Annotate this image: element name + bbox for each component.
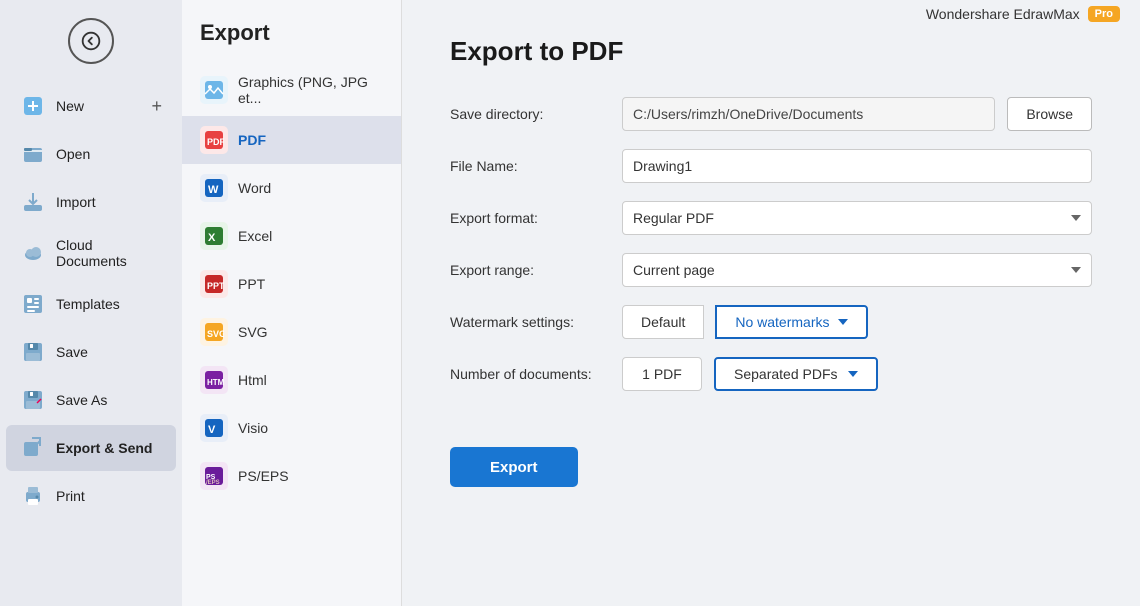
save-directory-label: Save directory: [450, 106, 610, 122]
watermark-none-chevron-icon [838, 319, 848, 325]
browse-button[interactable]: Browse [1007, 97, 1092, 131]
num-docs-label: Number of documents: [450, 366, 610, 382]
num-docs-row: Number of documents: Separated PDFs [450, 357, 1092, 391]
export-type-pseps-label: PS/EPS [238, 468, 289, 484]
sidebar-item-export[interactable]: Export & Send [6, 425, 176, 471]
export-format-row: Export format: Regular PDF PDF/A PDF/X [450, 201, 1092, 235]
export-range-row: Export range: Current page All pages Sel… [450, 253, 1092, 287]
sidebar-item-save[interactable]: Save [6, 329, 176, 375]
open-icon [20, 141, 46, 167]
export-type-graphics-label: Graphics (PNG, JPG et... [238, 74, 383, 106]
export-button[interactable]: Export [450, 447, 578, 487]
svg-text:V: V [208, 424, 216, 436]
sidebar-item-saveas-label: Save As [56, 392, 107, 408]
sidebar-item-open[interactable]: Open [6, 131, 176, 177]
export-format-label: Export format: [450, 210, 610, 226]
export-type-word[interactable]: W Word [182, 164, 401, 212]
separated-pdfs-button[interactable]: Separated PDFs [714, 357, 878, 391]
import-icon [20, 189, 46, 215]
export-type-ppt-label: PPT [238, 276, 265, 292]
export-type-html-label: Html [238, 372, 267, 388]
app-header: Wondershare EdrawMax Pro [926, 6, 1120, 22]
svg-text:X: X [208, 232, 216, 244]
svg-text:W: W [208, 184, 219, 196]
pro-badge: Pro [1088, 6, 1120, 22]
excel-icon: X [200, 222, 228, 250]
svg-text:HTML: HTML [207, 378, 224, 387]
saveas-icon [20, 387, 46, 413]
svg-text:PDF: PDF [207, 137, 224, 147]
watermark-row: Watermark settings: Default No watermark… [450, 305, 1092, 339]
watermark-label: Watermark settings: [450, 314, 610, 330]
sidebar-item-print[interactable]: Print [6, 473, 176, 519]
sidebar-item-cloud[interactable]: Cloud Documents [6, 227, 176, 279]
export-range-select[interactable]: Current page All pages Selected pages [622, 253, 1092, 287]
svg-text:/EPS: /EPS [206, 480, 220, 486]
word-icon: W [200, 174, 228, 202]
export-type-html[interactable]: HTML Html [182, 356, 401, 404]
export-type-svg-label: SVG [238, 324, 268, 340]
app-title: Wondershare EdrawMax [926, 6, 1080, 22]
sidebar: New + Open Import Cloud Documents Templa… [0, 0, 182, 606]
watermark-default-button[interactable]: Default [622, 305, 704, 339]
back-button[interactable] [68, 18, 114, 64]
export-type-excel-label: Excel [238, 228, 272, 244]
save-directory-input[interactable] [622, 97, 995, 131]
export-type-svg[interactable]: SVG SVG [182, 308, 401, 356]
graphics-icon [200, 76, 228, 104]
sidebar-item-saveas[interactable]: Save As [6, 377, 176, 423]
sidebar-item-cloud-label: Cloud Documents [56, 237, 162, 269]
sidebar-item-templates-label: Templates [56, 296, 120, 312]
export-panel-title: Export [182, 20, 401, 64]
file-name-row: File Name: [450, 149, 1092, 183]
export-type-pdf-label: PDF [238, 132, 266, 148]
separated-pdfs-chevron-icon [848, 371, 858, 377]
export-type-word-label: Word [238, 180, 271, 196]
sidebar-item-new-label: New [56, 98, 84, 114]
new-plus-icon: + [151, 96, 162, 117]
export-type-ppt[interactable]: PPT PPT [182, 260, 401, 308]
file-name-label: File Name: [450, 158, 610, 174]
save-directory-row: Save directory: Browse [450, 97, 1092, 131]
export-send-icon [20, 435, 46, 461]
svg-text:SVG: SVG [207, 329, 224, 339]
export-range-label: Export range: [450, 262, 610, 278]
export-type-pseps[interactable]: PS/EPS PS/EPS [182, 452, 401, 500]
sidebar-item-import[interactable]: Import [6, 179, 176, 225]
main-title: Export to PDF [450, 36, 1092, 67]
sidebar-item-print-label: Print [56, 488, 85, 504]
save-icon [20, 339, 46, 365]
pdf-icon: PDF [200, 126, 228, 154]
pseps-icon: PS/EPS [200, 462, 228, 490]
ppt-icon: PPT [200, 270, 228, 298]
sidebar-item-new[interactable]: New + [6, 83, 176, 129]
print-icon [20, 483, 46, 509]
cloud-icon [20, 240, 46, 266]
visio-icon: V [200, 414, 228, 442]
export-type-pdf[interactable]: PDF PDF [182, 116, 401, 164]
svg-icon: SVG [200, 318, 228, 346]
export-format-select[interactable]: Regular PDF PDF/A PDF/X [622, 201, 1092, 235]
html-icon: HTML [200, 366, 228, 394]
sidebar-item-save-label: Save [56, 344, 88, 360]
export-type-visio-label: Visio [238, 420, 268, 436]
num-docs-input[interactable] [622, 357, 702, 391]
sidebar-item-templates[interactable]: Templates [6, 281, 176, 327]
watermark-none-button[interactable]: No watermarks [715, 305, 867, 339]
templates-icon [20, 291, 46, 317]
sidebar-item-open-label: Open [56, 146, 90, 162]
svg-text:PPT: PPT [207, 281, 224, 291]
new-icon [20, 93, 46, 119]
export-type-visio[interactable]: V Visio [182, 404, 401, 452]
export-type-panel: Export Graphics (PNG, JPG et... PDF PDF … [182, 0, 402, 606]
main-content: Export to PDF Save directory: Browse Fil… [402, 0, 1140, 606]
sidebar-item-export-label: Export & Send [56, 440, 152, 456]
file-name-input[interactable] [622, 149, 1092, 183]
export-type-graphics[interactable]: Graphics (PNG, JPG et... [182, 64, 401, 116]
export-type-excel[interactable]: X Excel [182, 212, 401, 260]
sidebar-item-import-label: Import [56, 194, 96, 210]
export-button-container: Export [450, 419, 1092, 487]
